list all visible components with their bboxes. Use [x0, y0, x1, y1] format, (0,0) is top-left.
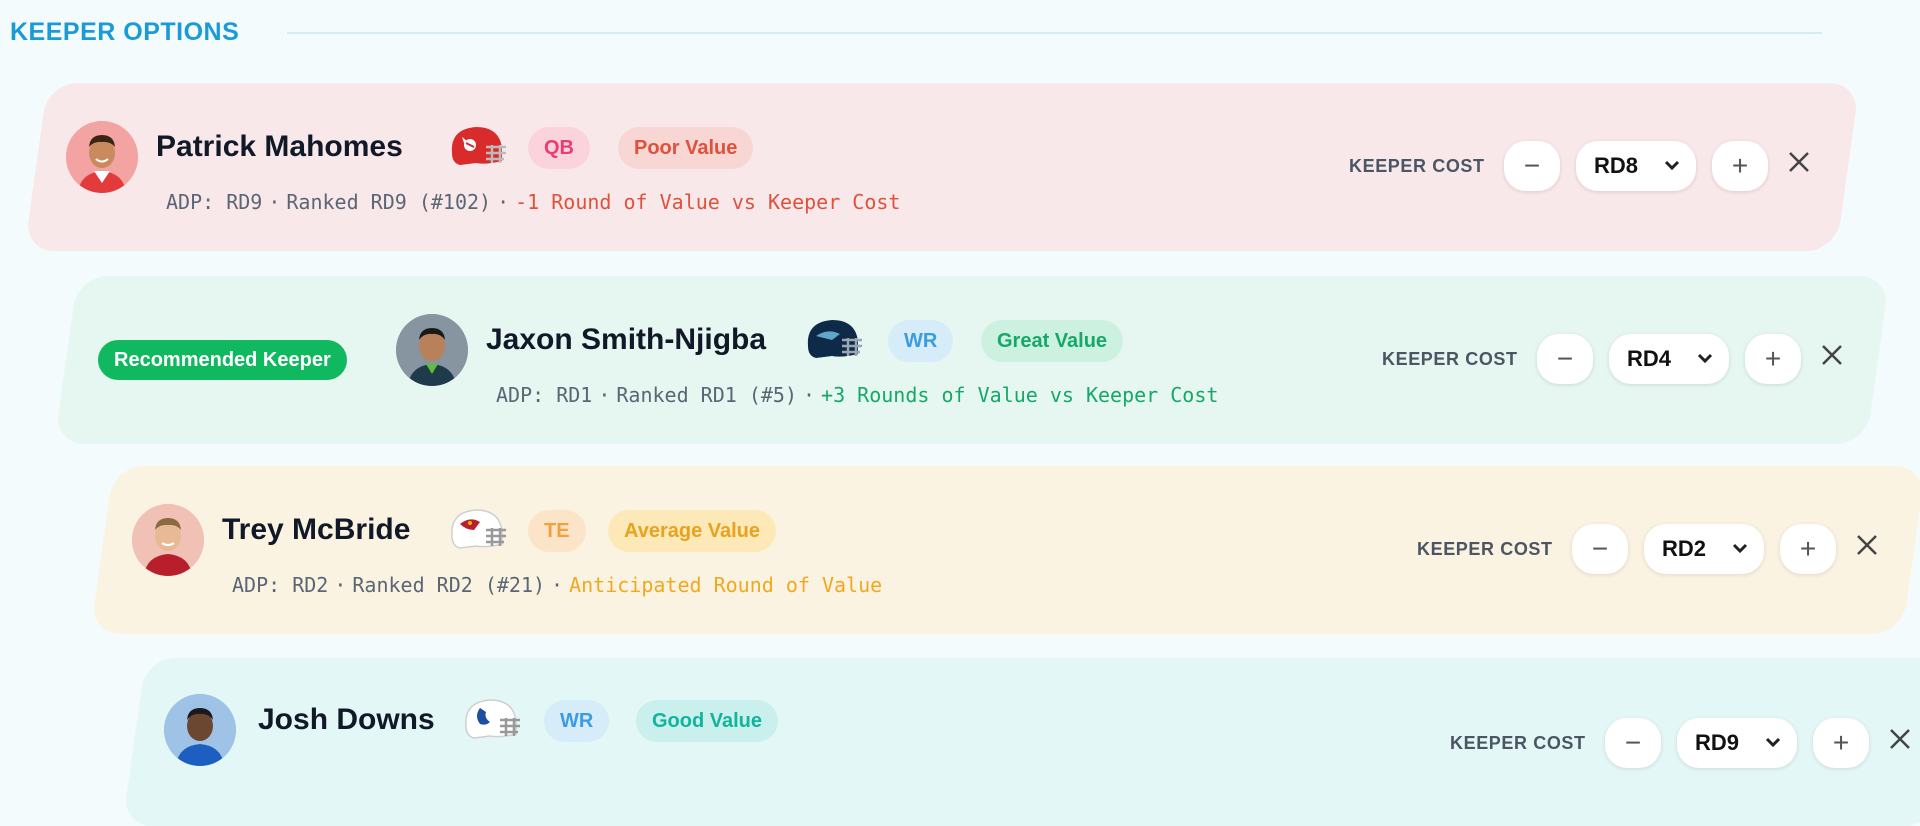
player-avatar	[396, 314, 468, 386]
player-meta: ADP: RD9 · Ranked RD9 (#102) · -1 Round of V…	[166, 189, 900, 215]
separator-dot: ·	[803, 383, 816, 407]
decrement-button[interactable]: −	[1537, 334, 1593, 384]
separator-dot: ·	[268, 190, 281, 214]
keeper-cost-label: KEEPER COST	[1417, 539, 1553, 559]
position-badge: QB	[528, 127, 590, 169]
value-tag: Good Value	[636, 700, 779, 742]
value-note: -1 Round of Value vs Keeper Cost	[515, 190, 901, 214]
keeper-cost-label: KEEPER COST	[1450, 733, 1586, 753]
chiefs-helmet-icon	[446, 121, 508, 173]
player-avatar	[132, 504, 204, 576]
keeper-card: Patrick Mahomes QB Poor Value ADP: RD9 · R…	[24, 83, 1860, 251]
chevron-down-icon	[1732, 543, 1748, 554]
value-tag: Average Value	[608, 510, 777, 552]
value-tag: Great Value	[981, 320, 1124, 362]
adp-text: ADP: RD9	[166, 190, 263, 214]
keeper-round-value: RD9	[1695, 730, 1740, 755]
section-header: KEEPER OPTIONS	[10, 14, 1822, 50]
keeper-card: Recommended Keeper Jaxon Smith-Njigba WR…	[54, 276, 1890, 444]
separator-dot: ·	[551, 573, 564, 597]
increment-button[interactable]: +	[1745, 334, 1801, 384]
cardinals-helmet-icon	[446, 504, 508, 556]
player-name[interactable]: Patrick Mahomes	[156, 127, 403, 167]
close-icon[interactable]	[1854, 532, 1880, 558]
keeper-round-select[interactable]: RD8	[1576, 141, 1696, 191]
section-divider	[287, 32, 1822, 34]
position-badge: TE	[528, 510, 586, 552]
keeper-cost-label: KEEPER COST	[1382, 349, 1518, 369]
increment-button[interactable]: +	[1780, 524, 1836, 574]
keeper-round-select[interactable]: RD4	[1609, 334, 1729, 384]
value-note: Anticipated Round of Value	[569, 573, 883, 597]
rank-text: Ranked RD1 (#5)	[616, 383, 797, 407]
close-icon[interactable]	[1819, 342, 1845, 368]
section-title: KEEPER OPTIONS	[10, 18, 240, 46]
position-badge: WR	[888, 320, 954, 362]
increment-button[interactable]: +	[1712, 141, 1768, 191]
keeper-card: Josh Downs WR Good Value KEEPER COST − R…	[122, 658, 1920, 826]
keeper-round-select[interactable]: RD2	[1644, 524, 1764, 574]
rank-text: Ranked RD9 (#102)	[286, 190, 492, 214]
keeper-round-value: RD8	[1594, 153, 1639, 178]
player-name[interactable]: Jaxon Smith-Njigba	[486, 320, 766, 360]
separator-dot: ·	[598, 383, 611, 407]
position-badge: WR	[544, 700, 610, 742]
player-avatar	[164, 694, 236, 766]
player-name[interactable]: Trey McBride	[222, 510, 410, 550]
decrement-button[interactable]: −	[1572, 524, 1628, 574]
close-icon[interactable]	[1887, 726, 1913, 752]
player-meta: ADP: RD2 · Ranked RD2 (#21) · Anticipated Ro…	[232, 572, 882, 598]
chevron-down-icon	[1664, 160, 1680, 171]
keeper-round-value: RD2	[1662, 536, 1707, 561]
separator-dot: ·	[334, 573, 347, 597]
player-name[interactable]: Josh Downs	[258, 700, 435, 740]
keeper-round-select[interactable]: RD9	[1677, 718, 1797, 768]
recommended-keeper-badge: Recommended Keeper	[98, 340, 347, 380]
keeper-round-value: RD4	[1627, 346, 1672, 371]
keeper-card: Trey McBride TE Average Value ADP: RD2 · R…	[90, 466, 1920, 634]
decrement-button[interactable]: −	[1605, 718, 1661, 768]
player-avatar	[66, 121, 138, 193]
value-note: +3 Rounds of Value vs Keeper Cost	[821, 383, 1219, 407]
value-tag: Poor Value	[618, 127, 754, 169]
separator-dot: ·	[497, 190, 510, 214]
chevron-down-icon	[1697, 353, 1713, 364]
close-icon[interactable]	[1786, 149, 1812, 175]
decrement-button[interactable]: −	[1504, 141, 1560, 191]
seahawks-helmet-icon	[802, 314, 864, 366]
increment-button[interactable]: +	[1813, 718, 1869, 768]
player-meta: ADP: RD1 · Ranked RD1 (#5) · +3 Rounds of Va…	[496, 382, 1218, 408]
adp-text: ADP: RD2	[232, 573, 329, 597]
adp-text: ADP: RD1	[496, 383, 593, 407]
keeper-cost-label: KEEPER COST	[1349, 156, 1485, 176]
rank-text: Ranked RD2 (#21)	[352, 573, 546, 597]
colts-helmet-icon	[460, 694, 522, 746]
chevron-down-icon	[1765, 737, 1781, 748]
